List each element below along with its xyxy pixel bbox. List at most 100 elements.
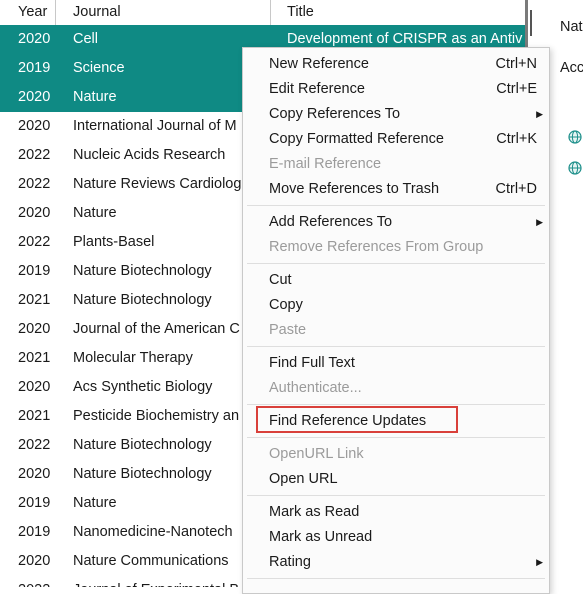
column-header-title[interactable]: Title — [287, 0, 314, 25]
menu-item-label: Mark as Unread — [269, 529, 373, 545]
menu-item-label: Cut — [269, 272, 292, 288]
menu-item-label: Copy Formatted Reference — [269, 131, 444, 147]
row-journal: Nature Biotechnology — [73, 466, 212, 482]
row-journal: Journal of Experimental B — [73, 576, 243, 587]
menu-item-label: Authenticate... — [269, 380, 362, 396]
menu-item-shortcut: Ctrl+K — [496, 131, 537, 147]
row-year: 2019 — [18, 524, 51, 540]
menu-separator — [247, 578, 545, 579]
row-year: 2022 — [18, 576, 50, 587]
menu-separator — [247, 263, 545, 264]
row-journal: Nature Biotechnology — [73, 437, 212, 453]
menu-item-shortcut: Ctrl+N — [495, 56, 538, 72]
row-journal: Nature Communications — [73, 553, 229, 569]
row-journal: Nature Reviews Cardiolog — [73, 176, 242, 192]
row-year: 2021 — [18, 292, 51, 308]
menu-item-label: Mark as Read — [269, 504, 360, 520]
menu-separator — [247, 404, 545, 405]
menu-item-label: Copy References To — [269, 106, 401, 122]
menu-item-find-full-text[interactable]: Find Full Text — [243, 351, 549, 376]
row-journal: International Journal of M — [73, 118, 237, 134]
row-journal: Science — [73, 60, 125, 76]
menu-item-mark-as-unread[interactable]: Mark as Unread — [243, 525, 549, 550]
menu-item-label: New Reference — [269, 56, 369, 72]
row-journal: Molecular Therapy — [73, 350, 193, 366]
menu-item-copy-formatted-reference[interactable]: Copy Formatted Reference Ctrl+K — [243, 127, 549, 152]
row-year: 2020 — [18, 466, 51, 482]
row-journal: Nature Biotechnology — [73, 263, 212, 279]
submenu-arrow-icon: ▶ — [536, 557, 543, 567]
menu-item-shortcut: Ctrl+E — [496, 81, 537, 97]
row-year: 2020 — [18, 321, 51, 337]
row-year: 2019 — [18, 60, 51, 76]
menu-separator — [247, 346, 545, 347]
menu-item-rating[interactable]: Rating ▶ — [243, 550, 549, 575]
row-year: 2019 — [18, 263, 51, 279]
row-journal: Nanomedicine-Nanotech — [73, 524, 233, 540]
menu-separator — [247, 437, 545, 438]
row-year: 2022 — [18, 147, 51, 163]
menu-item-shortcut: Ctrl+D — [495, 181, 538, 197]
column-header-journal[interactable]: Journal — [73, 0, 121, 25]
row-journal: Plants-Basel — [73, 234, 155, 250]
row-year: 2019 — [18, 495, 51, 511]
menu-item-add-references-to[interactable]: Add References To ▶ — [243, 210, 549, 235]
menu-item-label: E-mail Reference — [269, 156, 382, 172]
row-year: 2021 — [18, 350, 51, 366]
menu-item-paste: Paste — [243, 318, 549, 343]
highlight-box — [256, 406, 458, 433]
menu-item-label: Move References to Trash — [269, 181, 440, 197]
menu-item-label: Open URL — [269, 471, 338, 487]
row-year: 2022 — [18, 234, 51, 250]
table-header: Year Journal Title — [0, 0, 525, 26]
menu-item-open-url[interactable]: Open URL — [243, 467, 549, 492]
row-year: 2020 — [18, 118, 51, 134]
menu-item-label: Copy — [269, 297, 303, 313]
column-divider[interactable] — [270, 0, 271, 25]
menu-item-edit-reference[interactable]: Edit Reference Ctrl+E — [243, 77, 549, 102]
menu-item-move-references-to-trash[interactable]: Move References to Trash Ctrl+D — [243, 177, 549, 202]
menu-item-cut[interactable]: Cut — [243, 268, 549, 293]
row-journal: Cell — [73, 31, 98, 47]
row-journal: Nucleic Acids Research — [73, 147, 226, 163]
submenu-arrow-icon: ▶ — [536, 109, 543, 119]
row-year: 2020 — [18, 205, 51, 221]
menu-item-label: Find Full Text — [269, 355, 355, 371]
column-header-year[interactable]: Year — [18, 0, 47, 25]
row-year: 2022 — [18, 437, 51, 453]
column-divider[interactable] — [55, 0, 56, 25]
menu-item-copy[interactable]: Copy — [243, 293, 549, 318]
row-year: 2021 — [18, 408, 51, 424]
menu-item-email-reference: E-mail Reference — [243, 152, 549, 177]
row-year: 2020 — [18, 89, 51, 105]
menu-item-openurl-link: OpenURL Link — [243, 442, 549, 467]
row-journal: Journal of the American C — [73, 321, 240, 337]
globe-icon[interactable] — [568, 130, 582, 144]
row-year: 2020 — [18, 379, 51, 395]
row-journal: Nature Biotechnology — [73, 292, 212, 308]
details-field-label: Acc — [560, 60, 583, 76]
row-journal: Acs Synthetic Biology — [73, 379, 213, 395]
menu-item-remove-references-from-group: Remove References From Group — [243, 235, 549, 260]
row-year: 2022 — [18, 176, 51, 192]
menu-item-mark-as-read[interactable]: Mark as Read — [243, 500, 549, 525]
menu-item-new-reference[interactable]: New Reference Ctrl+N — [243, 52, 549, 77]
menu-item-label: Add References To — [269, 214, 393, 230]
globe-icon[interactable] — [568, 161, 582, 175]
menu-item-copy-references-to[interactable]: Copy References To ▶ — [243, 102, 549, 127]
row-journal: Nature — [73, 205, 117, 221]
row-journal: Pesticide Biochemistry an — [73, 408, 240, 424]
submenu-arrow-icon: ▶ — [536, 217, 543, 227]
menu-item-label: Edit Reference — [269, 81, 365, 97]
details-field-label: Nat — [560, 19, 583, 35]
menu-item-label: Paste — [269, 322, 307, 338]
menu-item-authenticate: Authenticate... — [243, 376, 549, 401]
menu-separator — [247, 495, 545, 496]
row-year: 2020 — [18, 553, 51, 569]
menu-item-label: Rating — [269, 554, 311, 570]
menu-item-label: OpenURL Link — [269, 446, 364, 462]
context-menu: New Reference Ctrl+N Edit Reference Ctrl… — [242, 47, 550, 594]
row-journal: Nature — [73, 89, 117, 105]
menu-separator — [247, 205, 545, 206]
menu-item-label: Remove References From Group — [269, 239, 484, 255]
